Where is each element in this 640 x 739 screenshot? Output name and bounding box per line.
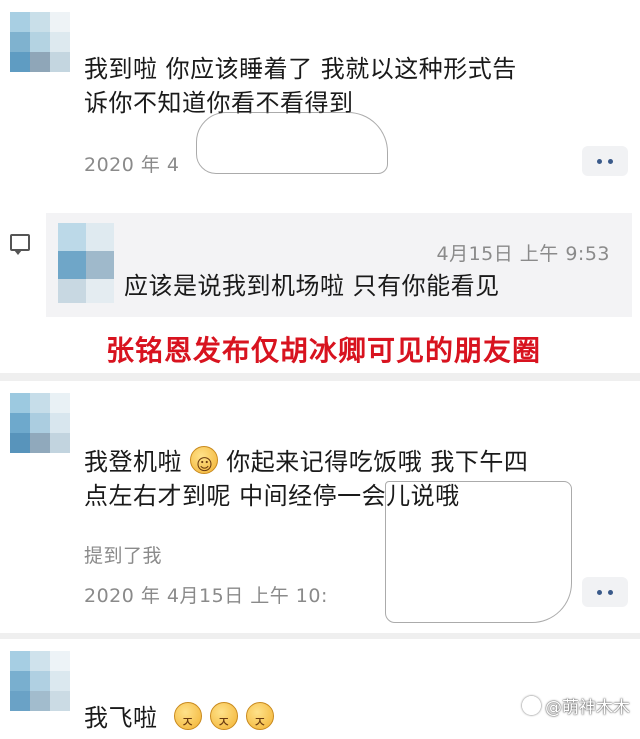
- sleep-emoji: [245, 702, 274, 739]
- comment-icon: [10, 234, 30, 255]
- post-text-segment: 我飞啦: [84, 704, 158, 732]
- post-text-line: 我到啦 你应该睡着了 我就以这种形式告: [84, 55, 517, 83]
- scribble-overlay: [385, 481, 572, 623]
- sleep-emoji: [173, 702, 202, 739]
- sleep-emoji: [209, 702, 238, 739]
- moment-post-3: 我飞啦: [0, 639, 640, 739]
- moment-post-1: 我到啦 你应该睡着了 我就以这种形式告 诉你不知道你看不看得到 2020 年 4: [0, 0, 640, 205]
- watermark-logo-icon: [522, 696, 541, 715]
- commenter-avatar[interactable]: [58, 223, 114, 303]
- comment-section: 4月15日 上午 9:53 应该是说我到机场啦 只有你能看见: [0, 205, 640, 323]
- avatar[interactable]: [10, 12, 70, 72]
- more-options-button[interactable]: [582, 146, 628, 176]
- divider: [0, 373, 640, 381]
- avatar[interactable]: [10, 393, 70, 453]
- grin-emoji: [190, 446, 219, 482]
- comment-text: 应该是说我到机场啦 只有你能看见: [124, 272, 500, 300]
- scribble-overlay: [196, 112, 388, 174]
- red-caption: 张铭恩发布仅胡冰卿可见的朋友圈: [106, 334, 542, 367]
- avatar[interactable]: [10, 651, 70, 711]
- post-text-segment: 你起来记得吃饭哦 我下午四: [226, 448, 529, 476]
- post-timestamp: 2020 年 4月15日 上午 10:: [84, 585, 328, 607]
- post-timestamp: 2020 年 4: [84, 154, 180, 176]
- comment-time: 4月15日 上午 9:53: [436, 243, 610, 265]
- moment-post-2: 我登机啦 你起来记得吃饭哦 我下午四 点左右才到呢 中间经停一会儿说哦 提到了我…: [0, 381, 640, 633]
- caption-band: 张铭恩发布仅胡冰卿可见的朋友圈: [0, 323, 640, 373]
- watermark-text: @萌神木木: [545, 698, 630, 718]
- post-text-segment: 我登机啦: [84, 448, 182, 476]
- more-dots-icon: [597, 158, 602, 164]
- comment-box: 4月15日 上午 9:53 应该是说我到机场啦 只有你能看见: [46, 213, 632, 317]
- watermark: @萌神木木: [522, 693, 630, 718]
- post-text: 我到啦 你应该睡着了 我就以这种形式告 诉你不知道你看不看得到: [84, 52, 517, 120]
- more-dots-icon: [597, 589, 602, 595]
- post-text-line: 我登机啦 你起来记得吃饭哦 我下午四: [84, 445, 529, 482]
- post-text: 我飞啦: [84, 701, 274, 739]
- mention-label: 提到了我: [84, 545, 163, 567]
- more-options-button[interactable]: [582, 577, 628, 607]
